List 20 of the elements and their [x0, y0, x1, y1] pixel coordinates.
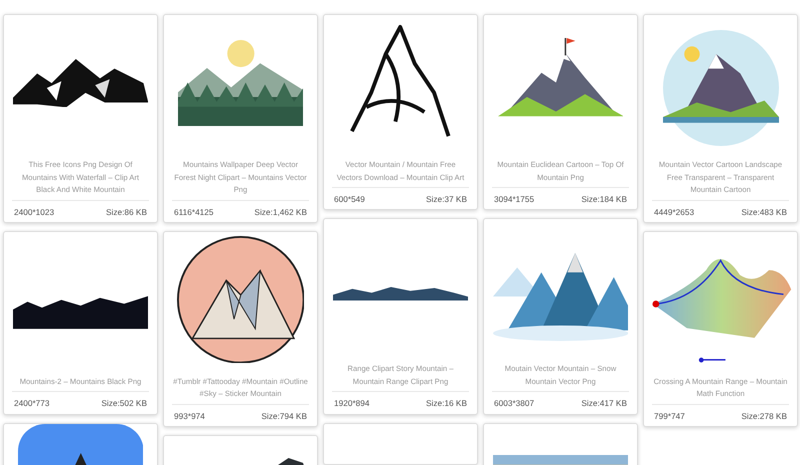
image-dimensions: 3094*1755 [494, 193, 534, 206]
file-size: Size:184 KB [581, 193, 627, 206]
file-size: Size:86 KB [106, 206, 147, 218]
image-dimensions: 4449*2653 [654, 206, 694, 218]
file-size: Size:16 KB [426, 397, 467, 410]
image-dimensions: 2400*773 [14, 397, 50, 410]
image-dimensions: 2400*1023 [14, 206, 54, 218]
image-dimensions: 600*549 [334, 193, 365, 206]
file-size: Size:1,462 KB [254, 206, 307, 218]
file-size: Size:278 KB [741, 410, 787, 422]
image-dimensions: 1920*894 [334, 397, 370, 410]
image-dimensions: 799*747 [654, 410, 685, 422]
file-size: Size:483 KB [741, 206, 787, 218]
image-dimensions: 993*974 [174, 410, 205, 422]
image-dimensions: 6003*3807 [494, 397, 534, 410]
file-size: Size:37 KB [426, 193, 467, 206]
file-size: Size:417 KB [581, 397, 627, 410]
file-size: Size:794 KB [261, 410, 307, 422]
file-size: Size:502 KB [101, 397, 147, 410]
image-dimensions: 6116*4125 [174, 206, 214, 218]
